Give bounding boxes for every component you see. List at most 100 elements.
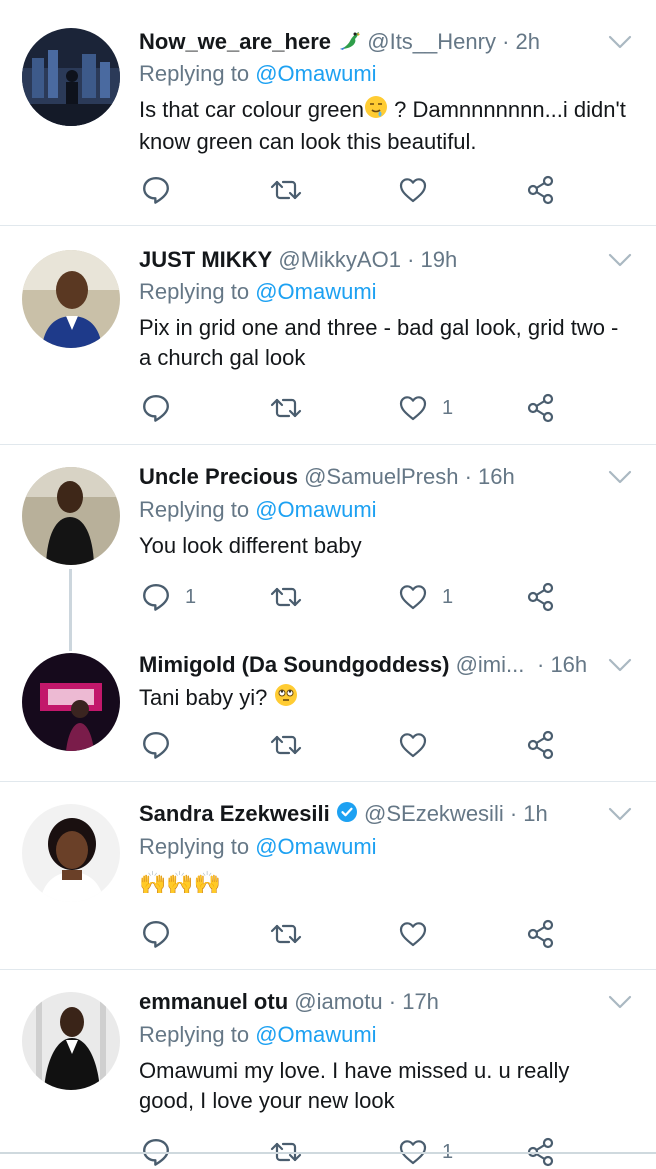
tweet-text: Tani baby yi? xyxy=(139,683,632,715)
username[interactable]: @MikkyAO1 xyxy=(278,247,401,272)
reply-icon xyxy=(141,730,171,760)
username[interactable]: @iamotu xyxy=(294,989,382,1014)
replying-to: Replying to @Omawumi xyxy=(139,278,377,306)
mention-link[interactable]: @Omawumi xyxy=(255,834,376,859)
replying-to-label: Replying to xyxy=(139,834,250,859)
like-button[interactable]: 1 xyxy=(398,391,453,425)
tweet-actions: 1 xyxy=(0,391,656,425)
tweet-thread: Uncle Precious @SamuelPresh · 16h Replyi… xyxy=(0,445,656,782)
tweet-header: Sandra Ezekwesili @SEzekwesili · 1h xyxy=(139,800,606,830)
share-button[interactable] xyxy=(526,580,556,614)
display-name[interactable]: JUST MIKKY xyxy=(139,247,272,272)
share-icon xyxy=(526,919,556,949)
share-icon xyxy=(526,175,556,205)
timestamp[interactable]: · 16h xyxy=(537,651,587,679)
tweet-actions xyxy=(0,917,656,951)
chevron-down-icon[interactable] xyxy=(608,252,632,268)
mention-link[interactable]: @Omawumi xyxy=(255,1022,376,1047)
tweet-text-line: good, I love your new look xyxy=(139,1088,395,1113)
tweet-text: 🙌🙌🙌 xyxy=(139,868,632,898)
retweet-button[interactable] xyxy=(269,917,317,951)
chevron-down-icon[interactable] xyxy=(608,994,632,1010)
timestamp[interactable]: · 1h xyxy=(510,801,548,826)
like-button[interactable]: 1 xyxy=(398,580,453,614)
display-name[interactable]: Now_we_are_here xyxy=(139,29,331,54)
replying-to: Replying to @Omawumi xyxy=(139,60,377,88)
share-button[interactable] xyxy=(526,173,556,207)
raised-hands-emoji: 🙌🙌🙌 xyxy=(139,870,222,895)
avatar[interactable] xyxy=(22,467,120,565)
mention-link[interactable]: @Omawumi xyxy=(255,497,376,522)
reply-button[interactable] xyxy=(141,917,185,951)
reply-button[interactable] xyxy=(141,728,185,762)
reply-button[interactable] xyxy=(141,173,185,207)
share-icon xyxy=(526,730,556,760)
tweet-header: emmanuel otu @iamotu · 17h xyxy=(139,988,606,1016)
retweet-button[interactable] xyxy=(269,391,317,425)
tweet-text: Pix in grid one and three - bad gal look… xyxy=(139,313,632,373)
like-button[interactable] xyxy=(398,728,442,762)
display-name[interactable]: emmanuel otu xyxy=(139,989,288,1014)
share-button[interactable] xyxy=(526,728,556,762)
tweet[interactable]: Now_we_are_here @Its__Henry · 2h Replyin… xyxy=(0,0,656,226)
mention-link[interactable]: @Omawumi xyxy=(255,61,376,86)
mention-link[interactable]: @Omawumi xyxy=(255,279,376,304)
display-name[interactable]: Sandra Ezekwesili xyxy=(139,801,330,826)
tweet-header: Mimigold (Da Soundgoddess) @imi... xyxy=(139,651,566,679)
tweet-text: Is that car colour green ? Damnnnnnnn...… xyxy=(139,95,632,157)
like-button[interactable] xyxy=(398,917,442,951)
heart-icon xyxy=(398,394,428,422)
display-name[interactable]: Uncle Precious xyxy=(139,464,298,489)
like-button[interactable] xyxy=(398,173,442,207)
reply-button[interactable] xyxy=(141,391,185,425)
chevron-down-icon[interactable] xyxy=(608,657,632,673)
retweet-button[interactable] xyxy=(269,728,317,762)
timestamp[interactable]: · 17h xyxy=(389,989,439,1014)
share-button[interactable] xyxy=(526,391,556,425)
tweet-text: You look different baby xyxy=(139,531,632,561)
display-name[interactable]: Mimigold (Da Soundgoddess) xyxy=(139,652,449,677)
tweet-header: Uncle Precious @SamuelPresh · 16h xyxy=(139,463,606,491)
username[interactable]: @SamuelPresh xyxy=(304,464,458,489)
tweet-text-line: You look different baby xyxy=(139,533,362,558)
like-count: 1 xyxy=(442,396,454,419)
avatar[interactable] xyxy=(22,250,120,348)
replying-to-label: Replying to xyxy=(139,279,250,304)
bottom-divider xyxy=(0,1152,656,1154)
tweet-actions xyxy=(0,728,656,762)
eye-roll-emoji xyxy=(274,683,298,715)
chevron-down-icon[interactable] xyxy=(608,469,632,485)
tweet-text-line: ? Damnnnnnnn...i didn't xyxy=(388,97,626,122)
tweet[interactable]: emmanuel otu @iamotu · 17h Replying to @… xyxy=(0,970,656,1169)
tweet[interactable]: Sandra Ezekwesili @SEzekwesili · 1h Repl… xyxy=(0,782,656,970)
tweet-header: Now_we_are_here @Its__Henry · 2h xyxy=(139,28,606,58)
chevron-down-icon[interactable] xyxy=(608,34,632,50)
avatar[interactable] xyxy=(22,992,120,1090)
share-button[interactable] xyxy=(526,917,556,951)
reply-icon xyxy=(141,582,171,612)
retweet-button[interactable] xyxy=(269,173,317,207)
username[interactable]: @Its__Henry xyxy=(367,29,496,54)
heart-icon xyxy=(398,731,428,759)
retweet-icon xyxy=(269,731,303,759)
timestamp[interactable]: · 16h xyxy=(465,464,515,489)
reply-icon xyxy=(141,393,171,423)
tweet-text: Omawumi my love. I have missed u. u real… xyxy=(139,1056,632,1116)
verified-badge-icon xyxy=(336,801,358,830)
retweet-icon xyxy=(269,176,303,204)
chevron-down-icon[interactable] xyxy=(608,806,632,822)
reply-icon xyxy=(141,919,171,949)
username[interactable]: @imi... xyxy=(456,652,525,677)
replying-to-label: Replying to xyxy=(139,61,250,86)
reply-button[interactable]: 1 xyxy=(141,580,196,614)
retweet-icon xyxy=(269,583,303,611)
timestamp[interactable]: · 19h xyxy=(407,247,457,272)
username[interactable]: @SEzekwesili xyxy=(364,801,504,826)
avatar[interactable] xyxy=(22,28,120,126)
tweet[interactable]: JUST MIKKY @MikkyAO1 · 19h Replying to @… xyxy=(0,226,656,445)
like-count: 1 xyxy=(442,585,454,608)
avatar[interactable] xyxy=(22,804,120,902)
retweet-button[interactable] xyxy=(269,580,317,614)
timestamp[interactable]: · 2h xyxy=(502,29,540,54)
tweet-header: JUST MIKKY @MikkyAO1 · 19h xyxy=(139,246,606,274)
